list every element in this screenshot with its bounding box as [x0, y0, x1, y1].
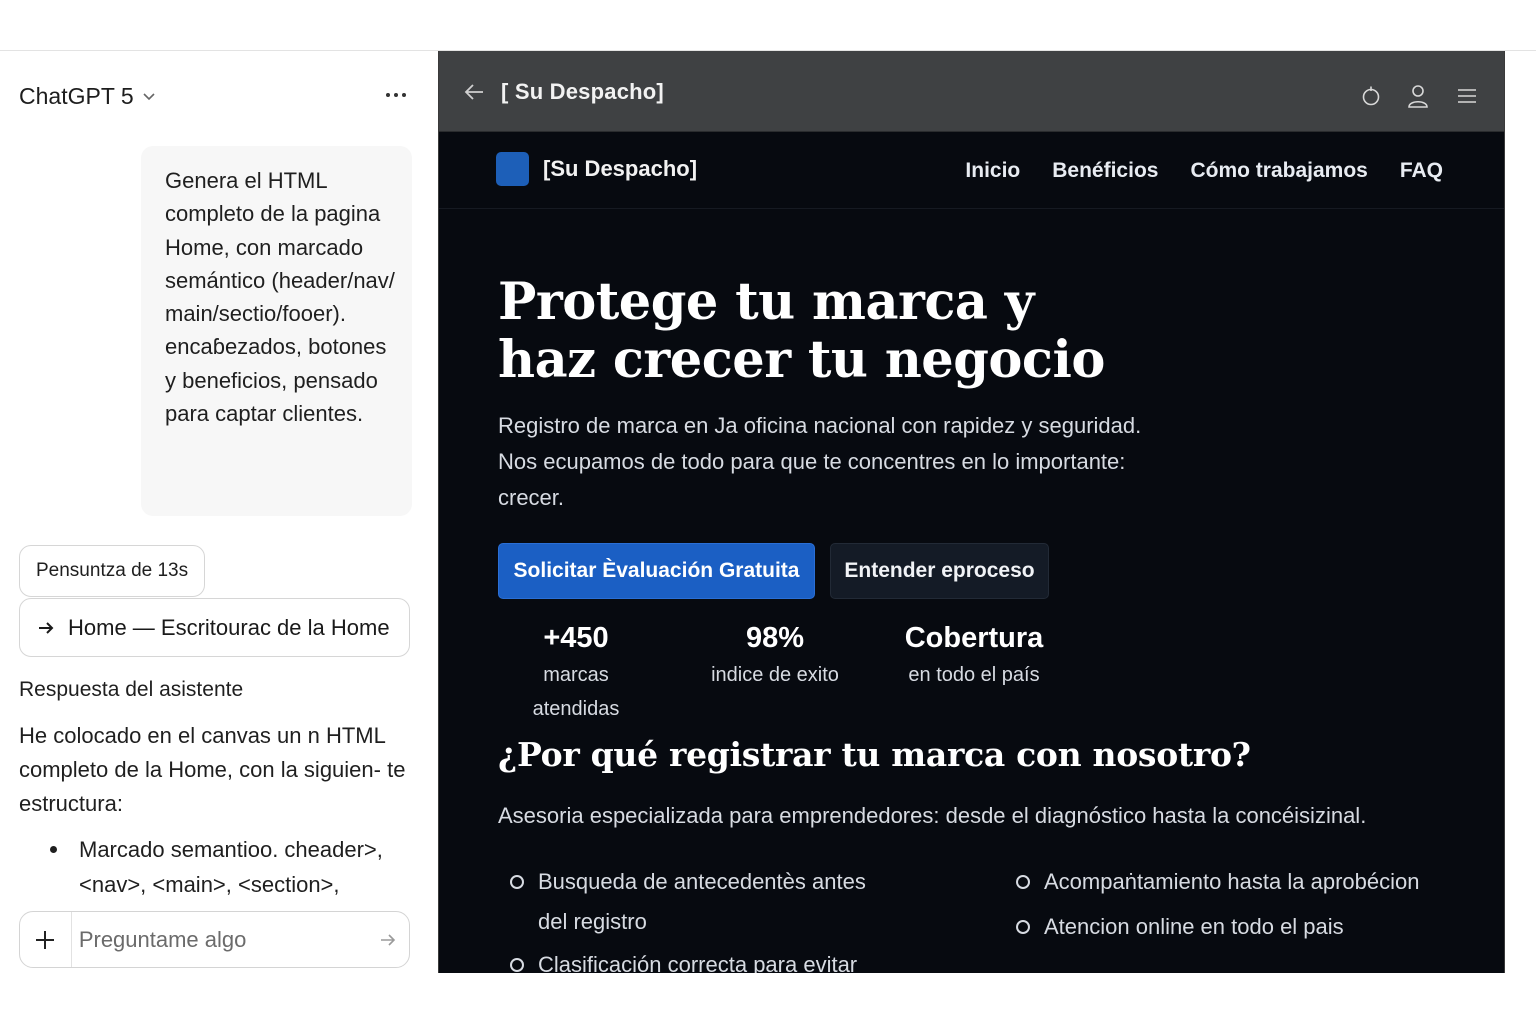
response-bullet: Marcado semantioo. cheader>, <nav>, <mai…: [79, 837, 383, 897]
circle-bullet-icon: [1016, 920, 1030, 934]
stat-value: 98%: [745, 622, 805, 654]
nav-link-como-trabajamos[interactable]: Cómo trabajamos: [1190, 159, 1367, 183]
model-selector[interactable]: ChatGPT 5: [19, 83, 134, 110]
circle-bullet-icon: [510, 958, 524, 972]
benefit-item: Busqueda de antecedentès antes del regis…: [510, 862, 870, 942]
user-icon[interactable]: [1406, 84, 1430, 108]
hero-subtitle: Registro de marca en Ja oficina nacional…: [498, 413, 1142, 510]
canvas-title: [ Su Despacho]: [501, 79, 664, 104]
hero-title: Protege tu marca y haz crecer tu negocio: [498, 273, 1118, 389]
why-section-title: ¿Por qué registrar tu marca con nosotro?: [498, 735, 1251, 774]
cta-primary-button[interactable]: Solicitar Èvaluación Gratuita: [498, 543, 815, 599]
thinking-chip[interactable]: Pensuntza de 13s: [19, 545, 206, 597]
benefit-item: Acompaṅtamiento hasta la aprobécion: [1016, 862, 1436, 902]
response-text: He colocado en el canvas un n HTML compl…: [19, 723, 406, 816]
bullet-dot: [50, 846, 57, 853]
hero-title-line-2: haz crecer tu negocio: [498, 330, 1105, 390]
logo-text[interactable]: [Su Despacho]: [543, 156, 697, 182]
nav-link-faq[interactable]: FAQ: [1400, 159, 1443, 183]
site-header: [Su Despacho] Inicio Benéficios Cómo tra…: [439, 133, 1504, 209]
message-input[interactable]: [71, 926, 367, 953]
circle-bullet-icon: [510, 875, 524, 889]
circle-bullet-icon: [1016, 875, 1030, 889]
nav-link-inicio[interactable]: Inicio: [965, 159, 1020, 183]
stat-label: indice de exito: [711, 664, 839, 686]
send-arrow-icon[interactable]: [367, 912, 409, 967]
top-strip: [0, 0, 1536, 51]
benefit-item: Clasificación correcta para evitar: [510, 945, 870, 973]
canvas-link-chip[interactable]: Home — Escritourac de la Home: [19, 598, 410, 657]
stat-value: +450: [543, 622, 609, 654]
more-options-icon[interactable]: [383, 82, 409, 108]
user-message-bubble: Genera el HTML completo de la pagina Hom…: [141, 146, 412, 516]
stat-item: 98% indice de exito: [701, 618, 849, 692]
stat-label: en todo el país: [908, 664, 1040, 686]
benefit-item: Atencion online en todo el pais: [1016, 907, 1436, 947]
menu-icon[interactable]: [1455, 84, 1479, 108]
cta-secondary-button[interactable]: Entender eproceso: [830, 543, 1049, 599]
stat-item: Cobertura en todo el país: [903, 618, 1045, 692]
canvas-toolbar: [ Su Despacho]: [439, 51, 1504, 132]
stat-item: +450 marcas atendidas: [498, 618, 654, 726]
composer: [19, 911, 410, 968]
plus-icon[interactable]: [20, 912, 72, 967]
response-bullet-list: Marcado semantioo. cheader>, <nav>, <mai…: [50, 832, 410, 902]
stat-label: marcas atendidas: [532, 664, 620, 720]
back-arrow-icon[interactable]: [463, 81, 485, 103]
nav-link-beneficios[interactable]: Benéficios: [1052, 159, 1158, 183]
logo-mark[interactable]: [496, 152, 529, 186]
arrow-right-icon: [36, 618, 56, 638]
chat-header: ChatGPT 5: [19, 80, 419, 112]
hero-title-line-1: Protege tu marca y: [498, 272, 1034, 332]
chevron-down-icon[interactable]: [142, 89, 156, 103]
refresh-icon[interactable]: [1359, 84, 1383, 108]
canvas-link-label: Home — Escritourac de la Home: [68, 614, 390, 640]
why-section-subtitle: Asesoria especializada para emprendedore…: [498, 803, 1367, 828]
canvas-preview: [ Su Despacho] [Su Despacho] Inicio Bené…: [438, 51, 1505, 973]
chat-panel: ChatGPT 5 Genera el HTML completo de la …: [0, 52, 438, 1024]
stat-value: Cobertura: [904, 622, 1044, 654]
response-label: Respuesta del asistente: [19, 678, 244, 701]
user-message-text: Genera el HTML completo de la pagina Hom…: [165, 168, 395, 427]
site-nav: Inicio Benéficios Cómo trabajamos FAQ: [965, 159, 1443, 183]
